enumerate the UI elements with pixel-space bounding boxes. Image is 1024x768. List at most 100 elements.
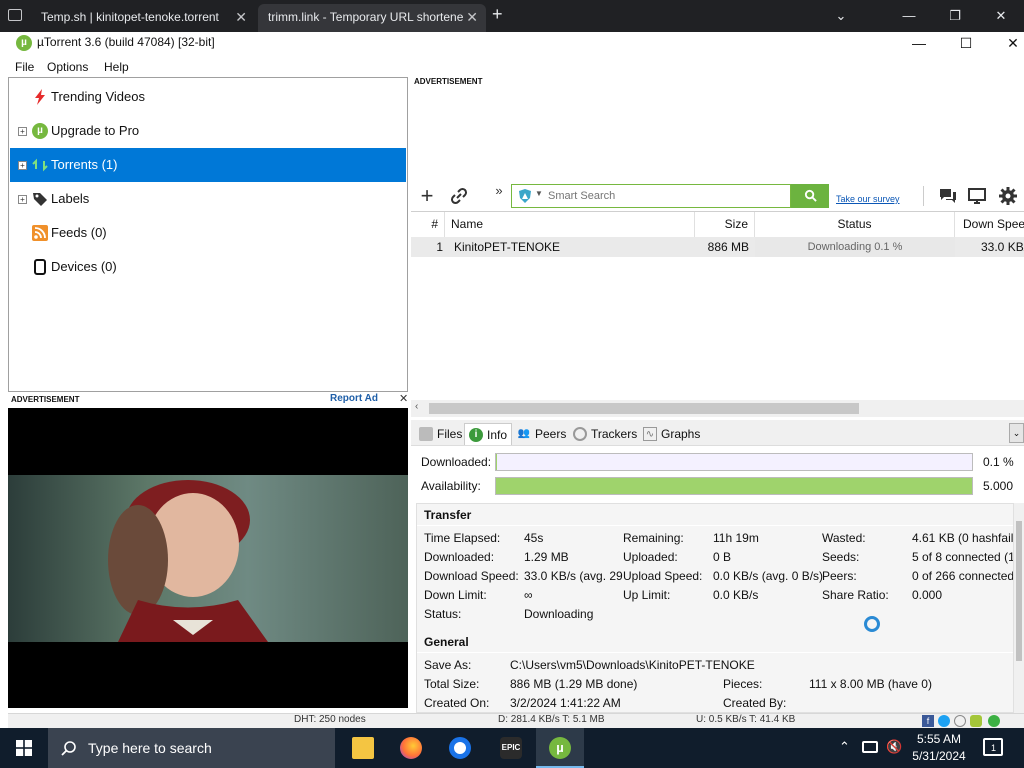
sidebar-item-labels[interactable]: + Labels [10, 182, 406, 216]
menu-help[interactable]: Help [104, 60, 129, 74]
availability-bar [495, 477, 973, 495]
app-title: µTorrent 3.6 (build 47084) [32-bit] [37, 35, 215, 49]
tab-actions-icon[interactable] [8, 9, 22, 21]
smart-search-box[interactable]: ▼ [511, 184, 791, 208]
sidebar-item-label: Feeds (0) [51, 225, 107, 240]
column-header-name[interactable]: Name [445, 212, 695, 237]
add-torrent-icon[interactable]: + [417, 185, 437, 207]
tab-search-chevron-icon[interactable]: ⌄ [818, 0, 864, 32]
sidebar-item-upgrade-to-pro[interactable]: + µ Upgrade to Pro [10, 114, 406, 148]
column-header-status[interactable]: Status [755, 212, 955, 237]
scrollbar-thumb[interactable] [429, 403, 859, 414]
graph-icon: ∿ [643, 427, 657, 441]
availability-value: 5.000 [983, 479, 1014, 493]
chevron-up-icon[interactable]: ⌃ [839, 739, 850, 755]
app-title-bar: µ µTorrent 3.6 (build 47084) [32-bit] — … [0, 32, 1024, 56]
search-input[interactable] [548, 186, 788, 206]
progress-area: Downloaded: 0.1 % Availability: 5.000 [414, 447, 1024, 502]
gear-icon[interactable] [998, 186, 1018, 206]
sidebar-item-label: Devices (0) [51, 259, 117, 274]
chevron-down-icon[interactable]: ▼ [535, 189, 543, 198]
toolbar-overflow-icon[interactable]: » [489, 181, 509, 201]
browser-restore-button[interactable]: ❐ [932, 0, 978, 32]
browser-close-button[interactable]: ✕ [978, 0, 1024, 32]
column-header-size[interactable]: Size [695, 212, 755, 237]
taskbar-chrome[interactable] [436, 728, 484, 768]
column-header-number[interactable]: # [411, 212, 445, 237]
add-link-icon[interactable] [449, 186, 469, 206]
sidebar-item-torrents[interactable]: + Torrents (1) [10, 148, 406, 182]
maximize-button[interactable]: ☐ [943, 32, 989, 56]
ad-video-frame [8, 475, 408, 642]
taskbar-clock[interactable]: 5:55 AM 5/31/2024 [904, 731, 974, 765]
transfer-heading: Transfer [424, 508, 472, 522]
wasted-value: 4.61 KB (0 hashfails) [912, 531, 1014, 545]
web-icon[interactable] [954, 715, 966, 727]
volume-muted-icon[interactable]: 🔇 [886, 739, 902, 755]
upload-speed-label: Upload Speed: [623, 569, 703, 583]
ad-video[interactable] [8, 408, 408, 708]
column-header-down-speed[interactable]: Down Speed [955, 212, 1024, 237]
sidebar-item-devices[interactable]: Devices (0) [10, 250, 406, 284]
close-ad-icon[interactable]: ✕ [399, 392, 408, 405]
sidebar-item-trending-videos[interactable]: Trending Videos [10, 80, 406, 114]
sidebar-item-feeds[interactable]: Feeds (0) [10, 216, 406, 250]
tab-files[interactable]: Files [415, 423, 466, 445]
downloaded-label: Downloaded: [424, 550, 495, 564]
expand-icon[interactable]: + [18, 161, 27, 170]
scrollbar-thumb[interactable] [1016, 521, 1022, 661]
windows-start-icon[interactable] [16, 740, 32, 756]
menu-file[interactable]: File [15, 60, 34, 74]
horizontal-scrollbar[interactable]: ‹ [411, 400, 1024, 417]
torrents-arrows-icon [32, 158, 48, 172]
tab-label: Info [487, 428, 508, 442]
search-button[interactable] [791, 184, 829, 208]
expand-icon[interactable]: + [18, 127, 27, 136]
tab-peers[interactable]: 👥 Peers [513, 423, 570, 445]
row-number: 1 [436, 240, 443, 254]
close-icon[interactable]: ✕ [466, 4, 478, 30]
down-limit-value: ∞ [524, 588, 533, 602]
tab-graphs[interactable]: ∿ Graphs [639, 423, 704, 445]
browser-tab-strip: Temp.sh | kinitopet-tenoke.torrent ✕ tri… [0, 0, 1024, 32]
notification-icon[interactable]: 1 [983, 738, 1003, 756]
android-icon[interactable] [970, 715, 982, 727]
minimize-button[interactable]: — [896, 32, 942, 56]
vertical-scrollbar[interactable] [1014, 503, 1024, 713]
taskbar-firefox[interactable] [387, 728, 435, 768]
network-icon[interactable] [862, 741, 878, 753]
report-ad-link[interactable]: Report Ad [330, 393, 378, 404]
twitter-icon[interactable] [938, 715, 950, 727]
expand-icon[interactable]: + [18, 195, 27, 204]
browser-tab-trimm-link[interactable]: trimm.link - Temporary URL shortener ✕ [258, 4, 486, 32]
survey-link[interactable]: Take our survey [836, 194, 900, 204]
browser-minimize-button[interactable]: — [886, 0, 932, 32]
taskbar-epic-games[interactable]: EPIC [487, 728, 535, 768]
left-ad-header: ADVERTISEMENT Report Ad ✕ [8, 392, 410, 408]
facebook-icon[interactable]: f [922, 715, 934, 727]
time-elapsed-label: Time Elapsed: [424, 531, 501, 545]
chat-icon[interactable] [938, 186, 958, 206]
close-icon[interactable]: ✕ [235, 4, 247, 30]
scroll-left-icon[interactable]: ‹ [415, 401, 418, 412]
trackers-icon [573, 427, 587, 441]
table-row[interactable]: 1 KinitoPET-TENOKE 886 MB Downloading 0.… [411, 237, 1024, 257]
remote-monitor-icon[interactable] [967, 186, 987, 206]
browser-tab-temp-sh[interactable]: Temp.sh | kinitopet-tenoke.torrent ✕ [31, 4, 255, 32]
close-button[interactable]: ✕ [990, 32, 1024, 56]
row-down-speed: 33.0 KB/s [981, 240, 1024, 254]
epic-games-icon: EPIC [500, 737, 522, 759]
taskbar-file-explorer[interactable] [339, 728, 387, 768]
taskbar-search-box[interactable]: Type here to search [48, 728, 335, 768]
new-tab-button[interactable]: + [492, 4, 503, 25]
menu-options[interactable]: Options [47, 60, 88, 74]
top-ad-label: ADVERTISEMENT [414, 77, 483, 86]
tab-trackers[interactable]: Trackers [569, 423, 641, 445]
sidebar-item-label: Torrents (1) [51, 157, 118, 172]
detail-tabs: Files i Info 👥 Peers Trackers ∿ Graphs ⌄ [411, 420, 1024, 446]
collapse-panel-icon[interactable]: ⌄ [1009, 423, 1024, 443]
total-size-label: Total Size: [424, 677, 480, 691]
rss-icon [32, 225, 48, 241]
tab-info[interactable]: i Info [464, 423, 513, 445]
taskbar-utorrent[interactable]: µ [536, 728, 584, 768]
